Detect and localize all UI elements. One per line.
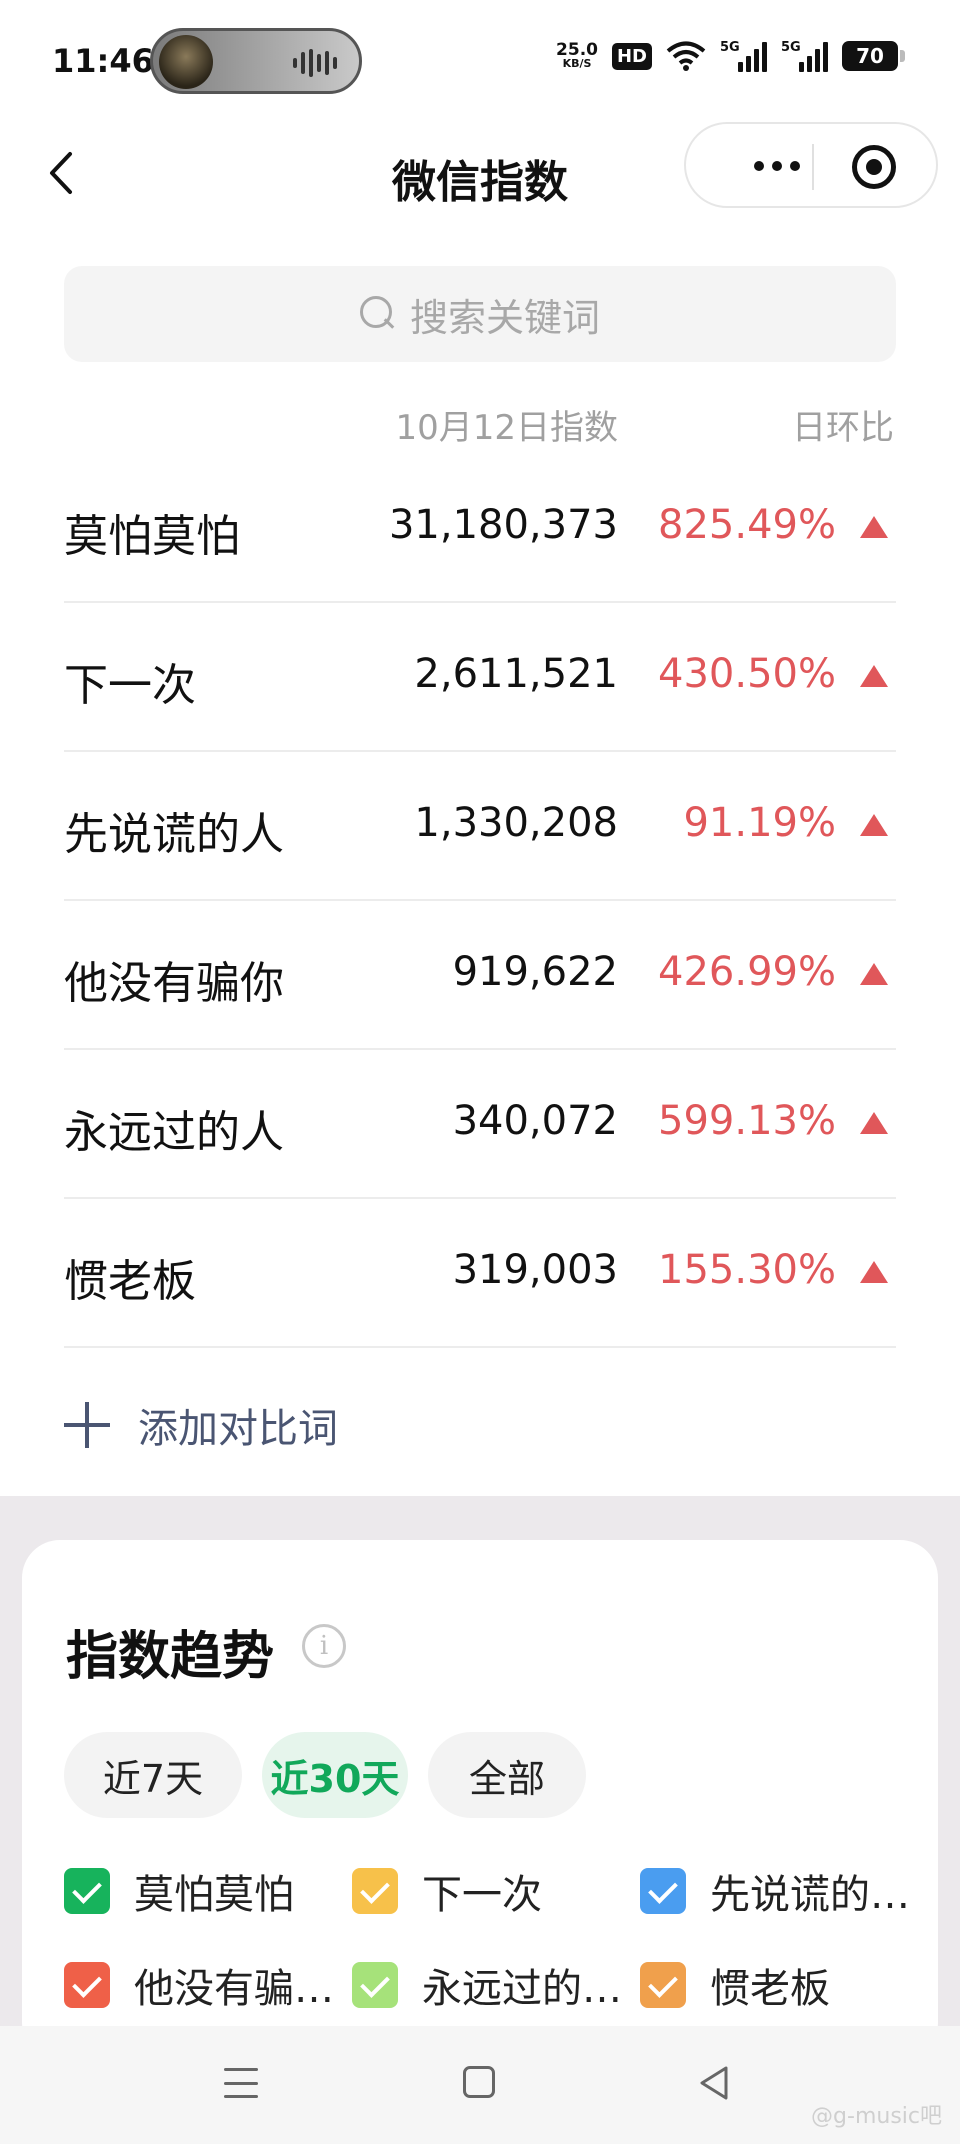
- keyword-name: 惯老板: [64, 1256, 196, 1307]
- keyword-name: 莫怕莫怕: [64, 511, 240, 562]
- trend-up-icon: [860, 516, 888, 538]
- status-icons: 25.0 KB/S HD 5G 5G 70: [556, 40, 905, 72]
- column-header-index: 10月12日指数: [395, 408, 618, 448]
- checkbox-icon: [64, 1868, 110, 1914]
- legend-label: 下一次: [422, 1872, 542, 1918]
- trend-up-icon: [860, 1112, 888, 1134]
- album-art-icon: [159, 35, 213, 89]
- keyword-ratio: 426.99%: [658, 949, 836, 995]
- legend-item[interactable]: 下一次: [352, 1866, 542, 1918]
- tab-all[interactable]: 全部: [428, 1732, 586, 1818]
- hd-icon: HD: [611, 42, 652, 70]
- mini-program-capsule: [684, 122, 938, 208]
- search-input[interactable]: 搜索关键词: [64, 266, 896, 362]
- checkbox-icon: [640, 1962, 686, 2008]
- music-island[interactable]: [150, 28, 362, 94]
- wifi-icon: [666, 41, 706, 71]
- keyword-index-value: 319,003: [452, 1247, 618, 1293]
- signal-icon: 5G: [720, 40, 767, 72]
- system-nav-bar: @g-music吧: [0, 2026, 960, 2144]
- audio-wave-icon: [293, 49, 337, 77]
- column-header-ratio: 日环比: [792, 408, 894, 448]
- keyword-index-value: 2,611,521: [414, 651, 618, 697]
- legend-item[interactable]: 莫怕莫怕: [64, 1866, 294, 1918]
- battery-icon: 70: [842, 41, 905, 71]
- keyword-ratio: 430.50%: [658, 651, 836, 697]
- network-speed: 25.0 KB/S: [556, 41, 598, 70]
- trend-title: 指数趋势: [66, 1627, 275, 1687]
- trend-card: 指数趋势 i 近7天 近30天 全部 莫怕莫怕 下一次 先说谎的… 他没有骗… …: [22, 1540, 938, 2060]
- legend-item[interactable]: 永远过的…: [352, 1960, 622, 2012]
- add-compare-button[interactable]: 添加对比词: [64, 1390, 338, 1460]
- keyword-ratio: 155.30%: [658, 1247, 836, 1293]
- watermark: @g-music吧: [811, 2104, 942, 2129]
- trend-up-icon: [860, 1261, 888, 1283]
- keyword-row[interactable]: 他没有骗你 919,622 426.99%: [64, 901, 896, 1050]
- trend-up-icon: [860, 814, 888, 836]
- status-bar: 11:46 25.0 KB/S HD 5G 5G 70: [0, 0, 960, 120]
- keyword-ratio: 91.19%: [683, 800, 836, 846]
- legend-item[interactable]: 他没有骗…: [64, 1960, 334, 2012]
- legend-label: 莫怕莫怕: [134, 1872, 294, 1918]
- keyword-name: 他没有骗你: [64, 958, 284, 1009]
- tab-30-days[interactable]: 近30天: [262, 1732, 408, 1818]
- legend-item[interactable]: 惯老板: [640, 1960, 830, 2012]
- keyword-row[interactable]: 惯老板 319,003 155.30%: [64, 1199, 896, 1348]
- signal-label-2: 5G: [781, 40, 801, 55]
- close-mini-program-icon[interactable]: [852, 145, 896, 189]
- keyword-row[interactable]: 下一次 2,611,521 430.50%: [64, 603, 896, 752]
- checkbox-icon: [352, 1868, 398, 1914]
- keyword-index-value: 1,330,208: [414, 800, 618, 846]
- keyword-index-value: 919,622: [452, 949, 618, 995]
- checkbox-icon: [352, 1962, 398, 2008]
- home-icon[interactable]: [463, 2066, 495, 2098]
- trend-up-icon: [860, 963, 888, 985]
- add-compare-label: 添加对比词: [138, 1406, 338, 1452]
- signal-label: 5G: [720, 40, 740, 55]
- keyword-index-value: 31,180,373: [388, 502, 618, 548]
- checkbox-icon: [640, 1868, 686, 1914]
- checkbox-icon: [64, 1962, 110, 2008]
- table-header: 10月12日指数 日环比: [0, 400, 960, 450]
- keyword-name: 永远过的人: [64, 1107, 284, 1158]
- trend-up-icon: [860, 665, 888, 687]
- legend-label: 永远过的…: [422, 1966, 622, 2012]
- info-icon[interactable]: i: [302, 1624, 346, 1668]
- legend-label: 惯老板: [710, 1966, 830, 2012]
- recent-apps-icon[interactable]: [224, 2068, 258, 2098]
- keyword-row[interactable]: 先说谎的人 1,330,208 91.19%: [64, 752, 896, 901]
- keyword-ratio: 599.13%: [658, 1098, 836, 1144]
- keyword-row[interactable]: 莫怕莫怕 31,180,373 825.49%: [64, 454, 896, 603]
- capsule-divider: [812, 144, 814, 190]
- keyword-index-value: 340,072: [452, 1098, 618, 1144]
- plus-icon: [64, 1402, 110, 1448]
- status-time: 11:46: [52, 42, 154, 80]
- system-back-icon[interactable]: [696, 2064, 732, 2102]
- keyword-list: 莫怕莫怕 31,180,373 825.49% 下一次 2,611,521 43…: [64, 454, 896, 1348]
- tab-7-days[interactable]: 近7天: [64, 1732, 242, 1818]
- search-icon: [359, 296, 396, 332]
- signal-icon-2: 5G: [781, 40, 828, 72]
- keyword-name: 下一次: [64, 660, 196, 711]
- time-range-tabs: 近7天 近30天 全部: [64, 1732, 586, 1818]
- keyword-name: 先说谎的人: [64, 809, 284, 860]
- keyword-row[interactable]: 永远过的人 340,072 599.13%: [64, 1050, 896, 1199]
- legend-label: 他没有骗…: [134, 1966, 334, 2012]
- legend-item[interactable]: 先说谎的…: [640, 1866, 910, 1918]
- legend-label: 先说谎的…: [710, 1872, 910, 1918]
- keyword-ratio: 825.49%: [658, 502, 836, 548]
- nav-bar: 微信指数: [0, 120, 960, 220]
- search-placeholder: 搜索关键词: [409, 295, 600, 340]
- more-icon[interactable]: [722, 146, 832, 186]
